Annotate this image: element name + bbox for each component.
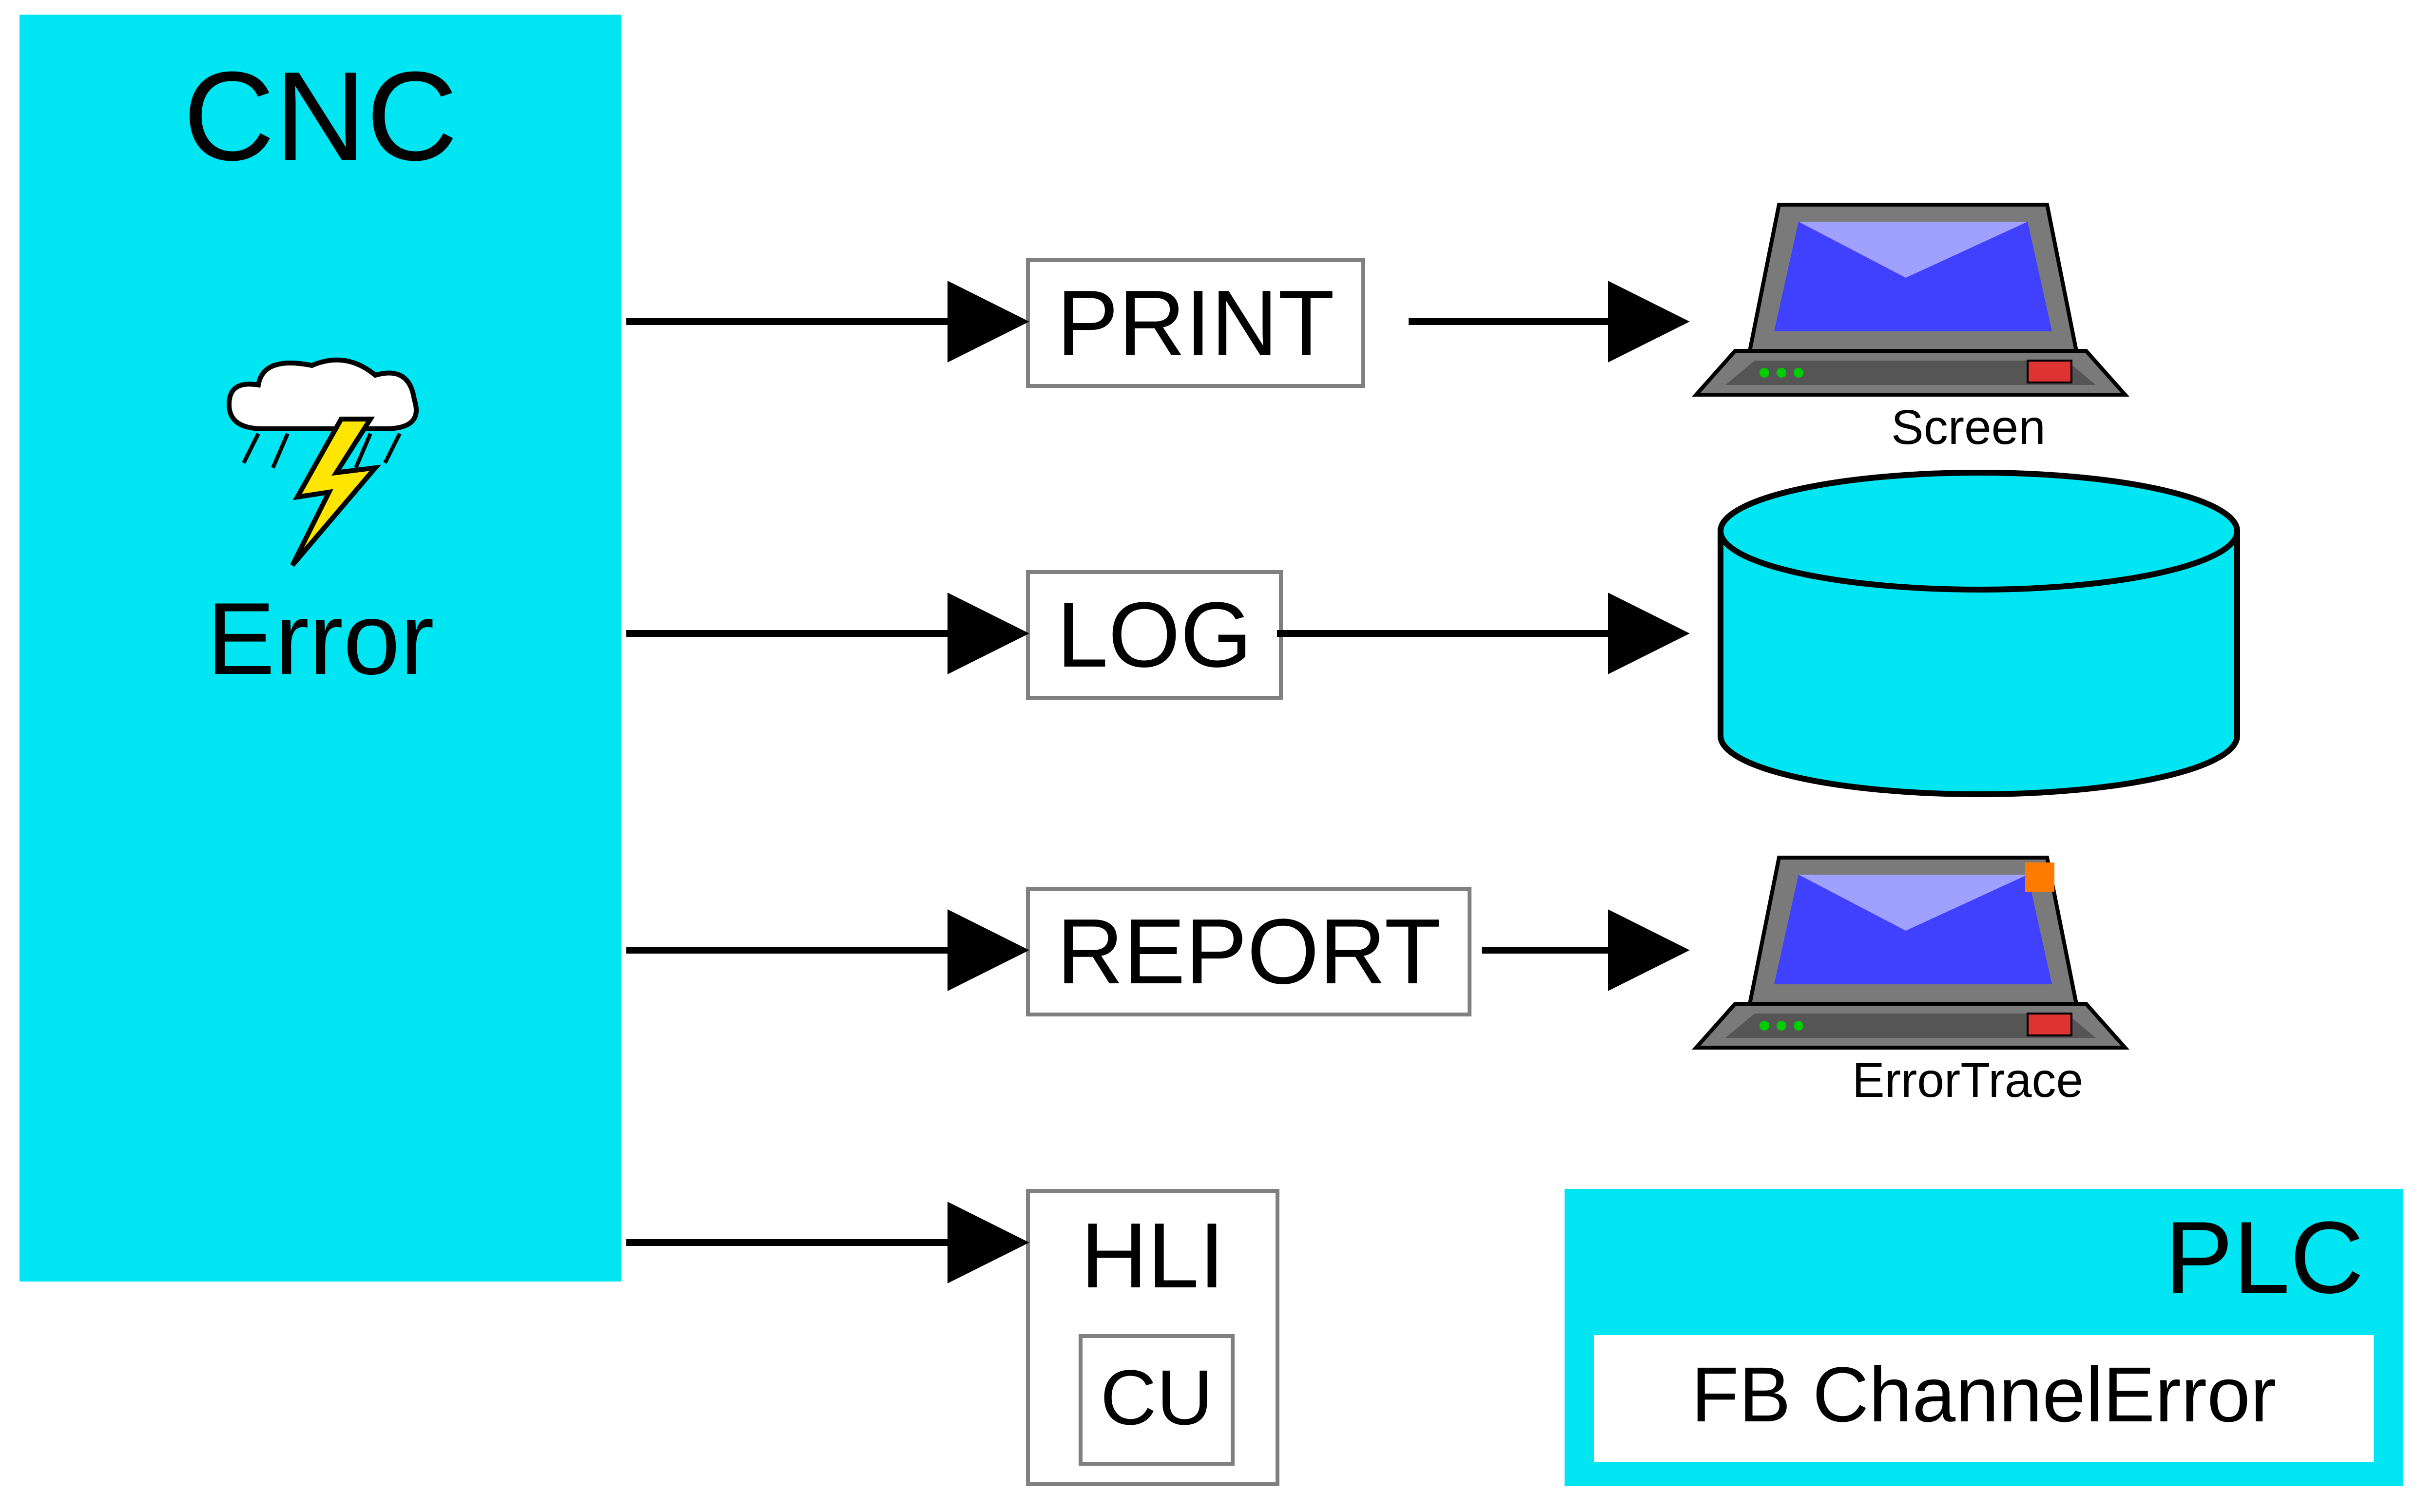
print-label: PRINT [1057,271,1335,375]
print-box: PRINT [1026,258,1365,388]
plc-title: PLC [2165,1199,2364,1317]
log-label: LOG [1057,583,1252,687]
plc-block: PLC FB ChannelError [1565,1189,2403,1486]
cnc-title: CNC [19,44,621,190]
plc-fb-label: FB ChannelError [1691,1351,2276,1438]
errortrace-label: ErrorTrace [1852,1053,2083,1109]
logfile-label: Log file [1842,614,2141,720]
hli-title: HLI [1030,1203,1276,1309]
cnc-error-label: Error [19,580,621,698]
plc-fb-box: FB ChannelError [1594,1335,2374,1462]
report-box: REPORT [1026,887,1471,1016]
cu-box: CU [1079,1334,1235,1466]
hli-box: HLI CU [1026,1189,1279,1486]
cnc-block: CNC Error [19,15,621,1282]
screen-label: Screen [1891,400,2046,456]
laptop-screen-icon [1696,205,2125,395]
cu-label: CU [1100,1354,1213,1441]
log-box: LOG [1026,570,1283,700]
laptop-errortrace-icon [1696,858,2125,1048]
report-label: REPORT [1057,900,1441,1003]
